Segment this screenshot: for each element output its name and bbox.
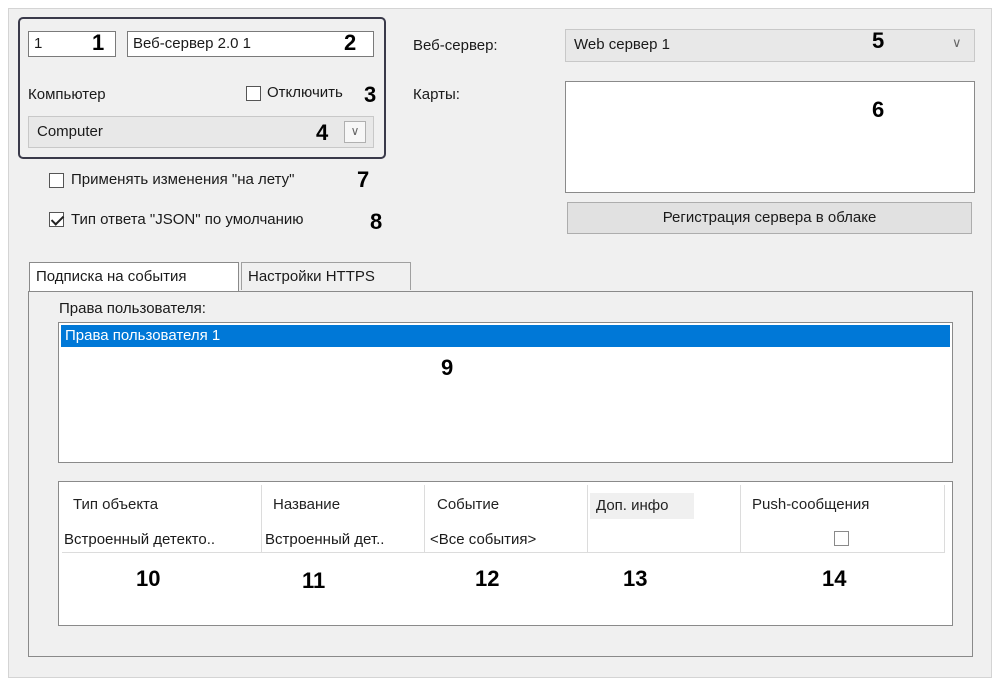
webserver-select-value: Web сервер 1 xyxy=(574,36,670,53)
list-item[interactable]: Права пользователя 1 xyxy=(61,325,950,347)
column-header-push[interactable]: Push-сообщения xyxy=(752,496,869,513)
tab-event-subscription[interactable]: Подписка на события xyxy=(29,262,239,292)
computer-select-value: Computer xyxy=(37,123,103,140)
column-header-object-type[interactable]: Тип объекта xyxy=(73,496,158,513)
callout-6: 6 xyxy=(872,97,885,122)
computer-label: Компьютер xyxy=(28,86,106,103)
chevron-down-icon: ∨ xyxy=(350,124,360,138)
disable-checkbox[interactable] xyxy=(246,86,261,101)
webserver-label: Веб-сервер: xyxy=(413,37,498,54)
callout-4: 4 xyxy=(316,120,329,145)
user-rights-label: Права пользователя: xyxy=(59,300,206,317)
disable-label: Отключить xyxy=(267,84,343,101)
column-header-event[interactable]: Событие xyxy=(437,496,499,513)
push-checkbox[interactable] xyxy=(834,531,849,546)
callout-11: 11 xyxy=(302,568,326,593)
tab-https-settings[interactable]: Настройки HTTPS xyxy=(241,262,411,290)
callout-7: 7 xyxy=(357,167,370,192)
column-header-extra-info[interactable]: Доп. инфо xyxy=(590,493,694,519)
webserver-select[interactable]: Web сервер 1 xyxy=(565,29,975,62)
row-separator xyxy=(62,552,945,553)
cell-object-type: Встроенный детекто.. xyxy=(64,531,216,548)
callout-2: 2 xyxy=(344,30,357,55)
callout-12: 12 xyxy=(475,566,500,591)
callout-10: 10 xyxy=(136,566,161,591)
name-field[interactable]: Веб-сервер 2.0 1 xyxy=(127,31,374,57)
apply-on-fly-label: Применять изменения "на лету" xyxy=(71,171,295,188)
cell-name: Встроенный дет.. xyxy=(265,531,385,548)
chevron-down-icon[interactable]: ∨ xyxy=(952,35,962,51)
cell-event: <Все события> xyxy=(430,531,537,548)
maps-list[interactable] xyxy=(565,81,975,193)
callout-9: 9 xyxy=(441,355,454,380)
json-default-label: Тип ответа "JSON" по умолчанию xyxy=(71,211,304,228)
callout-3: 3 xyxy=(364,82,377,107)
callout-14: 14 xyxy=(822,566,847,591)
callout-1: 1 xyxy=(92,30,105,55)
computer-select-arrow[interactable]: ∨ xyxy=(344,121,366,143)
json-default-checkbox[interactable] xyxy=(49,212,64,227)
column-header-name[interactable]: Название xyxy=(273,496,340,513)
maps-label: Карты: xyxy=(413,86,460,103)
callout-8: 8 xyxy=(370,209,383,234)
apply-on-fly-checkbox[interactable] xyxy=(49,173,64,188)
callout-5: 5 xyxy=(872,28,885,53)
user-rights-list[interactable]: Права пользователя 1 xyxy=(58,322,953,463)
callout-13: 13 xyxy=(623,566,648,591)
column-separator[interactable] xyxy=(944,485,945,553)
register-cloud-button[interactable]: Регистрация сервера в облаке xyxy=(567,202,972,234)
